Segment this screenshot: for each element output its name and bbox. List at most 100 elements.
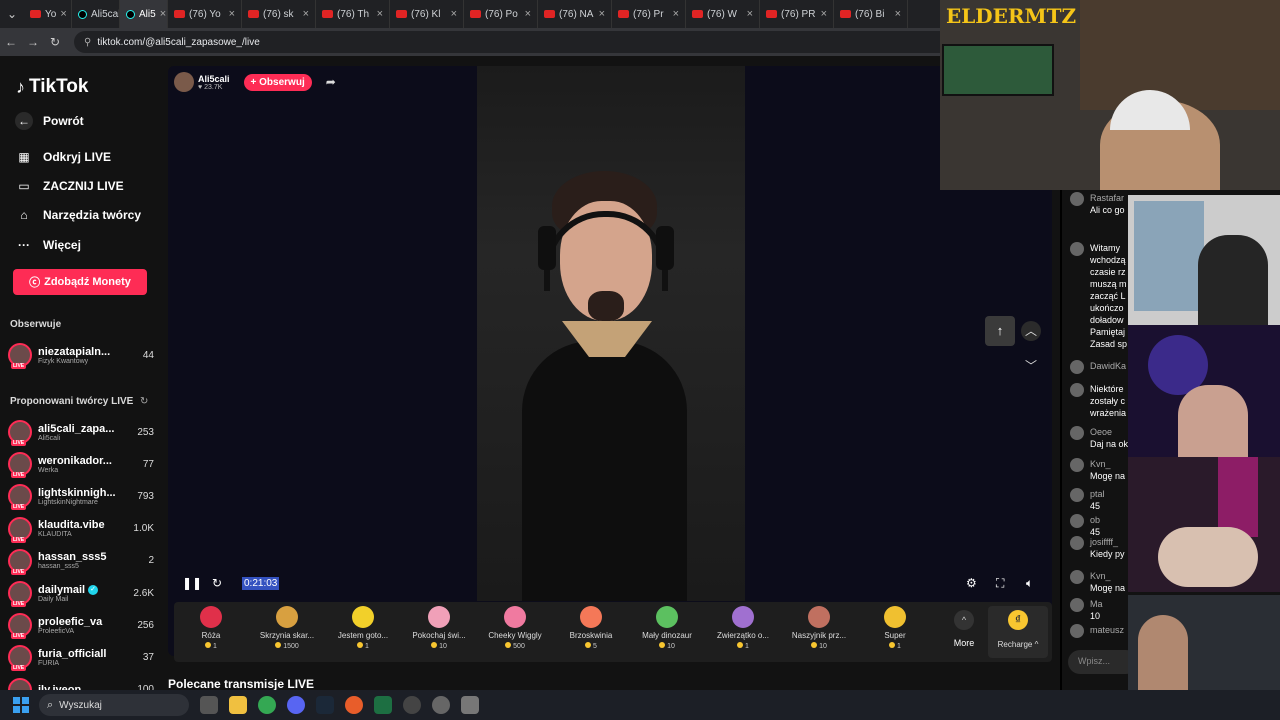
- chevron-up-icon[interactable]: ︿: [1021, 321, 1041, 341]
- nav-start-live[interactable]: ▭ ZACZNIJ LIVE: [15, 177, 123, 195]
- recharge-button[interactable]: ₫ Recharge ^: [988, 606, 1048, 658]
- close-tab-icon[interactable]: ×: [669, 8, 679, 20]
- nav-discover-live[interactable]: ▦ Odkryj LIVE: [15, 148, 111, 166]
- gift-item[interactable]: Mały dinozaur 10: [634, 606, 700, 660]
- obs-icon[interactable]: [403, 696, 421, 714]
- scroll-top-button[interactable]: ↑: [985, 316, 1015, 346]
- close-tab-icon[interactable]: ×: [595, 8, 605, 20]
- get-coins-button[interactable]: ⓒ Zdobądź Monety: [13, 269, 147, 295]
- volume-icon[interactable]: 🔈︎: [1026, 576, 1033, 591]
- chat-avatar[interactable]: [1070, 570, 1084, 584]
- reload-icon[interactable]: ↻: [44, 35, 66, 49]
- gift-item[interactable]: Cheeky Wiggly 500: [482, 606, 548, 660]
- windows-start-icon[interactable]: [13, 697, 29, 713]
- app-icon[interactable]: [345, 696, 363, 714]
- creator-row[interactable]: LIVE weronikador... Werka 77: [8, 449, 154, 479]
- gift-item[interactable]: Skrzynia skar... 1500: [254, 606, 320, 660]
- chat-avatar[interactable]: [1070, 458, 1084, 472]
- browser-tab[interactable]: (76) PR ×: [760, 0, 834, 28]
- settings-app-icon[interactable]: [432, 696, 450, 714]
- chat-avatar[interactable]: [1070, 192, 1084, 206]
- browser-tab[interactable]: (76) sk ×: [242, 0, 316, 28]
- browser-tab[interactable]: (76) W ×: [686, 0, 760, 28]
- site-info-icon[interactable]: ⚲: [84, 37, 91, 48]
- close-tab-icon[interactable]: ×: [56, 8, 66, 20]
- excel-icon[interactable]: [374, 696, 392, 714]
- close-tab-icon[interactable]: ×: [743, 8, 753, 20]
- refresh-icon[interactable]: ↻: [140, 396, 148, 407]
- viewer-count: 44: [142, 349, 154, 361]
- share-icon[interactable]: ➦: [326, 75, 336, 89]
- browser-tab[interactable]: (76) Pr ×: [612, 0, 686, 28]
- close-tab-icon[interactable]: ×: [891, 8, 901, 20]
- settings-icon[interactable]: ⚙: [966, 576, 977, 590]
- close-tab-icon[interactable]: ×: [447, 8, 457, 20]
- chat-avatar[interactable]: [1070, 598, 1084, 612]
- close-tab-icon[interactable]: ×: [225, 8, 235, 20]
- chat-avatar[interactable]: [1070, 514, 1084, 528]
- follow-button[interactable]: + Obserwuj: [243, 73, 312, 91]
- chat-avatar[interactable]: [1070, 426, 1084, 440]
- pause-icon[interactable]: ❚❚: [182, 576, 202, 590]
- creator-row[interactable]: LIVE dailymail ✓ Daily Mail 2.6K: [8, 578, 154, 608]
- gear-app-icon[interactable]: [461, 696, 479, 714]
- close-tab-icon[interactable]: ×: [299, 8, 309, 20]
- chrome-icon[interactable]: [258, 696, 276, 714]
- live-player[interactable]: Ali5cali ♥ 23.7K + Obserwuj ➦ ↑ ︿ ﹀ ❚❚ ↻…: [168, 66, 1052, 656]
- chat-avatar[interactable]: [1070, 383, 1084, 397]
- close-tab-icon[interactable]: ×: [156, 8, 166, 20]
- creator-row[interactable]: LIVEily.iyeon100: [8, 675, 154, 690]
- gift-item[interactable]: Super 1: [862, 606, 928, 660]
- creator-row[interactable]: LIVE lightskinnigh... LightskinNightmare 79…: [8, 481, 154, 511]
- close-tab-icon[interactable]: ×: [521, 8, 531, 20]
- nav-back[interactable]: ← Powrót: [15, 112, 84, 130]
- browser-tab[interactable]: (76) Th ×: [316, 0, 390, 28]
- chat-avatar[interactable]: [1070, 624, 1084, 638]
- discord-icon[interactable]: [287, 696, 305, 714]
- refresh-stream-icon[interactable]: ↻: [212, 576, 222, 590]
- creator-row[interactable]: LIVE klaudita.vibe KLAUDITA 1.0K: [8, 514, 154, 544]
- chat-avatar[interactable]: [1070, 360, 1084, 374]
- live-video[interactable]: [477, 66, 745, 601]
- taskbar-search[interactable]: ⌕ Wyszukaj: [39, 694, 189, 716]
- browser-tab[interactable]: (76) Yo ×: [168, 0, 242, 28]
- creator-row[interactable]: LIVE proleefic_va ProleeficVA 256: [8, 610, 154, 640]
- host-avatar[interactable]: [174, 72, 194, 92]
- gift-item[interactable]: Zwierzątko o... 1: [710, 606, 776, 660]
- chevron-down-icon[interactable]: ﹀: [1021, 356, 1041, 376]
- chat-avatar[interactable]: [1070, 242, 1084, 256]
- gift-item[interactable]: Naszyjnik prz... 10: [786, 606, 852, 660]
- tiktok-logo[interactable]: ♪ TikTok: [16, 76, 88, 98]
- creator-row[interactable]: LIVE furia_officiall FURIA 37: [8, 642, 154, 672]
- browser-tab[interactable]: Ali5 ×: [120, 0, 168, 28]
- chat-avatar[interactable]: [1070, 536, 1084, 550]
- chat-avatar[interactable]: [1070, 488, 1084, 502]
- browser-tab[interactable]: (76) Bi ×: [834, 0, 908, 28]
- task-view-icon[interactable]: [200, 696, 218, 714]
- forward-icon[interactable]: →: [22, 35, 44, 49]
- creator-row[interactable]: LIVE niezatapialn... Fizyk Kwantowy 44: [8, 340, 154, 370]
- gift-item[interactable]: Jestem goto... 1: [330, 606, 396, 660]
- gift-item[interactable]: Pokochaj świ... 10: [406, 606, 472, 660]
- back-icon[interactable]: ←: [0, 35, 22, 49]
- fullscreen-icon[interactable]: ⛶: [996, 576, 1004, 591]
- nav-creator-tools[interactable]: ⌂ Narzędzia twórcy: [15, 206, 141, 224]
- gift-item[interactable]: Brzoskwinia 5: [558, 606, 624, 660]
- browser-tab[interactable]: (76) Po ×: [464, 0, 538, 28]
- browser-tab[interactable]: (76) Kl ×: [390, 0, 464, 28]
- close-tab-icon[interactable]: ×: [817, 8, 827, 20]
- browser-tab[interactable]: Yo ×: [24, 0, 72, 28]
- close-tab-icon[interactable]: ×: [373, 8, 383, 20]
- gift-more-button[interactable]: ^ More: [944, 610, 984, 648]
- gift-item[interactable]: Róża 1: [178, 606, 244, 660]
- url-field[interactable]: ⚲ tiktok.com/@ali5cali_zapasowe_/live: [74, 31, 974, 53]
- browser-tab[interactable]: (76) NA ×: [538, 0, 612, 28]
- creator-row[interactable]: LIVE hassan_sss5 hassan_sss5 2: [8, 546, 154, 576]
- creator-row[interactable]: LIVE ali5cali_zapa... Ali5cali 253: [8, 417, 154, 447]
- browser-tab[interactable]: Ali5cali×: [72, 0, 120, 28]
- file-explorer-icon[interactable]: [229, 696, 247, 714]
- tab-list-button[interactable]: ⌄: [0, 7, 24, 21]
- host-name[interactable]: Ali5cali: [198, 74, 230, 84]
- nav-more[interactable]: ··· Więcej: [15, 236, 81, 254]
- steam-icon[interactable]: [316, 696, 334, 714]
